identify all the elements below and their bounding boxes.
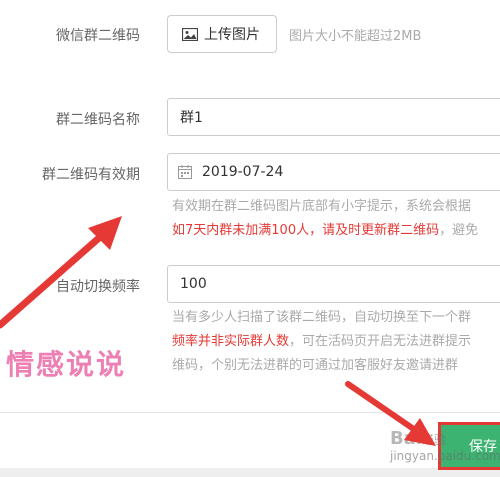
expiry-date-value: 2019-07-24 [202, 164, 284, 180]
watermark-brand-sub: jingyan.baidu.com [390, 449, 500, 463]
watermark-brand: 经验 [422, 433, 447, 447]
auto-switch-input[interactable]: 100 [167, 265, 500, 303]
footer-divider [0, 412, 500, 413]
qrcode-label: 微信群二维码 [56, 28, 140, 44]
group-name-input[interactable]: 群1 [167, 98, 500, 136]
name-label: 群二维码名称 [56, 112, 140, 128]
auto-switch-help: 当有多少人扫描了该群二维码，自动切换至下一个群 频率并非实际群人数，可在活码页开… [172, 306, 471, 378]
auto-switch-help-line1: 当有多少人扫描了该群二维码，自动切换至下一个群 [172, 310, 472, 325]
footer-bar [0, 468, 500, 477]
auto-switch-value: 100 [180, 276, 207, 292]
calendar-icon [178, 165, 192, 179]
auto-switch-help-line3: 维码，个别无法进群的可通过加客服好友邀请进群 [172, 358, 459, 373]
upload-image-button[interactable]: 上传图片 [167, 15, 277, 53]
upload-button-label: 上传图片 [204, 27, 260, 43]
expiry-date-input[interactable]: 2019-07-24 [167, 153, 500, 191]
expiry-help-tail: ，避免 [439, 223, 479, 238]
watermark-text: 情感说说 [6, 348, 127, 381]
arrow-to-expiry [0, 216, 122, 329]
auto-switch-help-warning: 频率并非实际群人数 [172, 334, 290, 349]
auto-switch-help-tail: ，可在活码页开启无法进群提示 [289, 334, 472, 349]
upload-size-hint: 图片大小不能超过2MB [289, 29, 422, 44]
watermark-brand-big: Bai [390, 428, 423, 449]
group-name-value: 群1 [180, 110, 203, 126]
image-icon [182, 27, 198, 41]
auto-switch-label: 自动切换频率 [56, 279, 140, 295]
baidu-jingyan-watermark: Bai经验 jingyan.baidu.com [390, 428, 500, 463]
expiry-label: 群二维码有效期 [42, 167, 140, 183]
expiry-help-warning: 如7天内群未加满100人，请及时更新群二维码 [172, 223, 440, 238]
form-page: 微信群二维码 上传图片 图片大小不能超过2MB 群二维码名称 群1 群二维码有效… [0, 0, 500, 477]
expiry-help-line1: 有效期在群二维码图片底部有小字提示，系统会根据 [172, 199, 472, 214]
expiry-help: 有效期在群二维码图片底部有小字提示，系统会根据 如7天内群未加满100人，请及时… [172, 195, 478, 243]
